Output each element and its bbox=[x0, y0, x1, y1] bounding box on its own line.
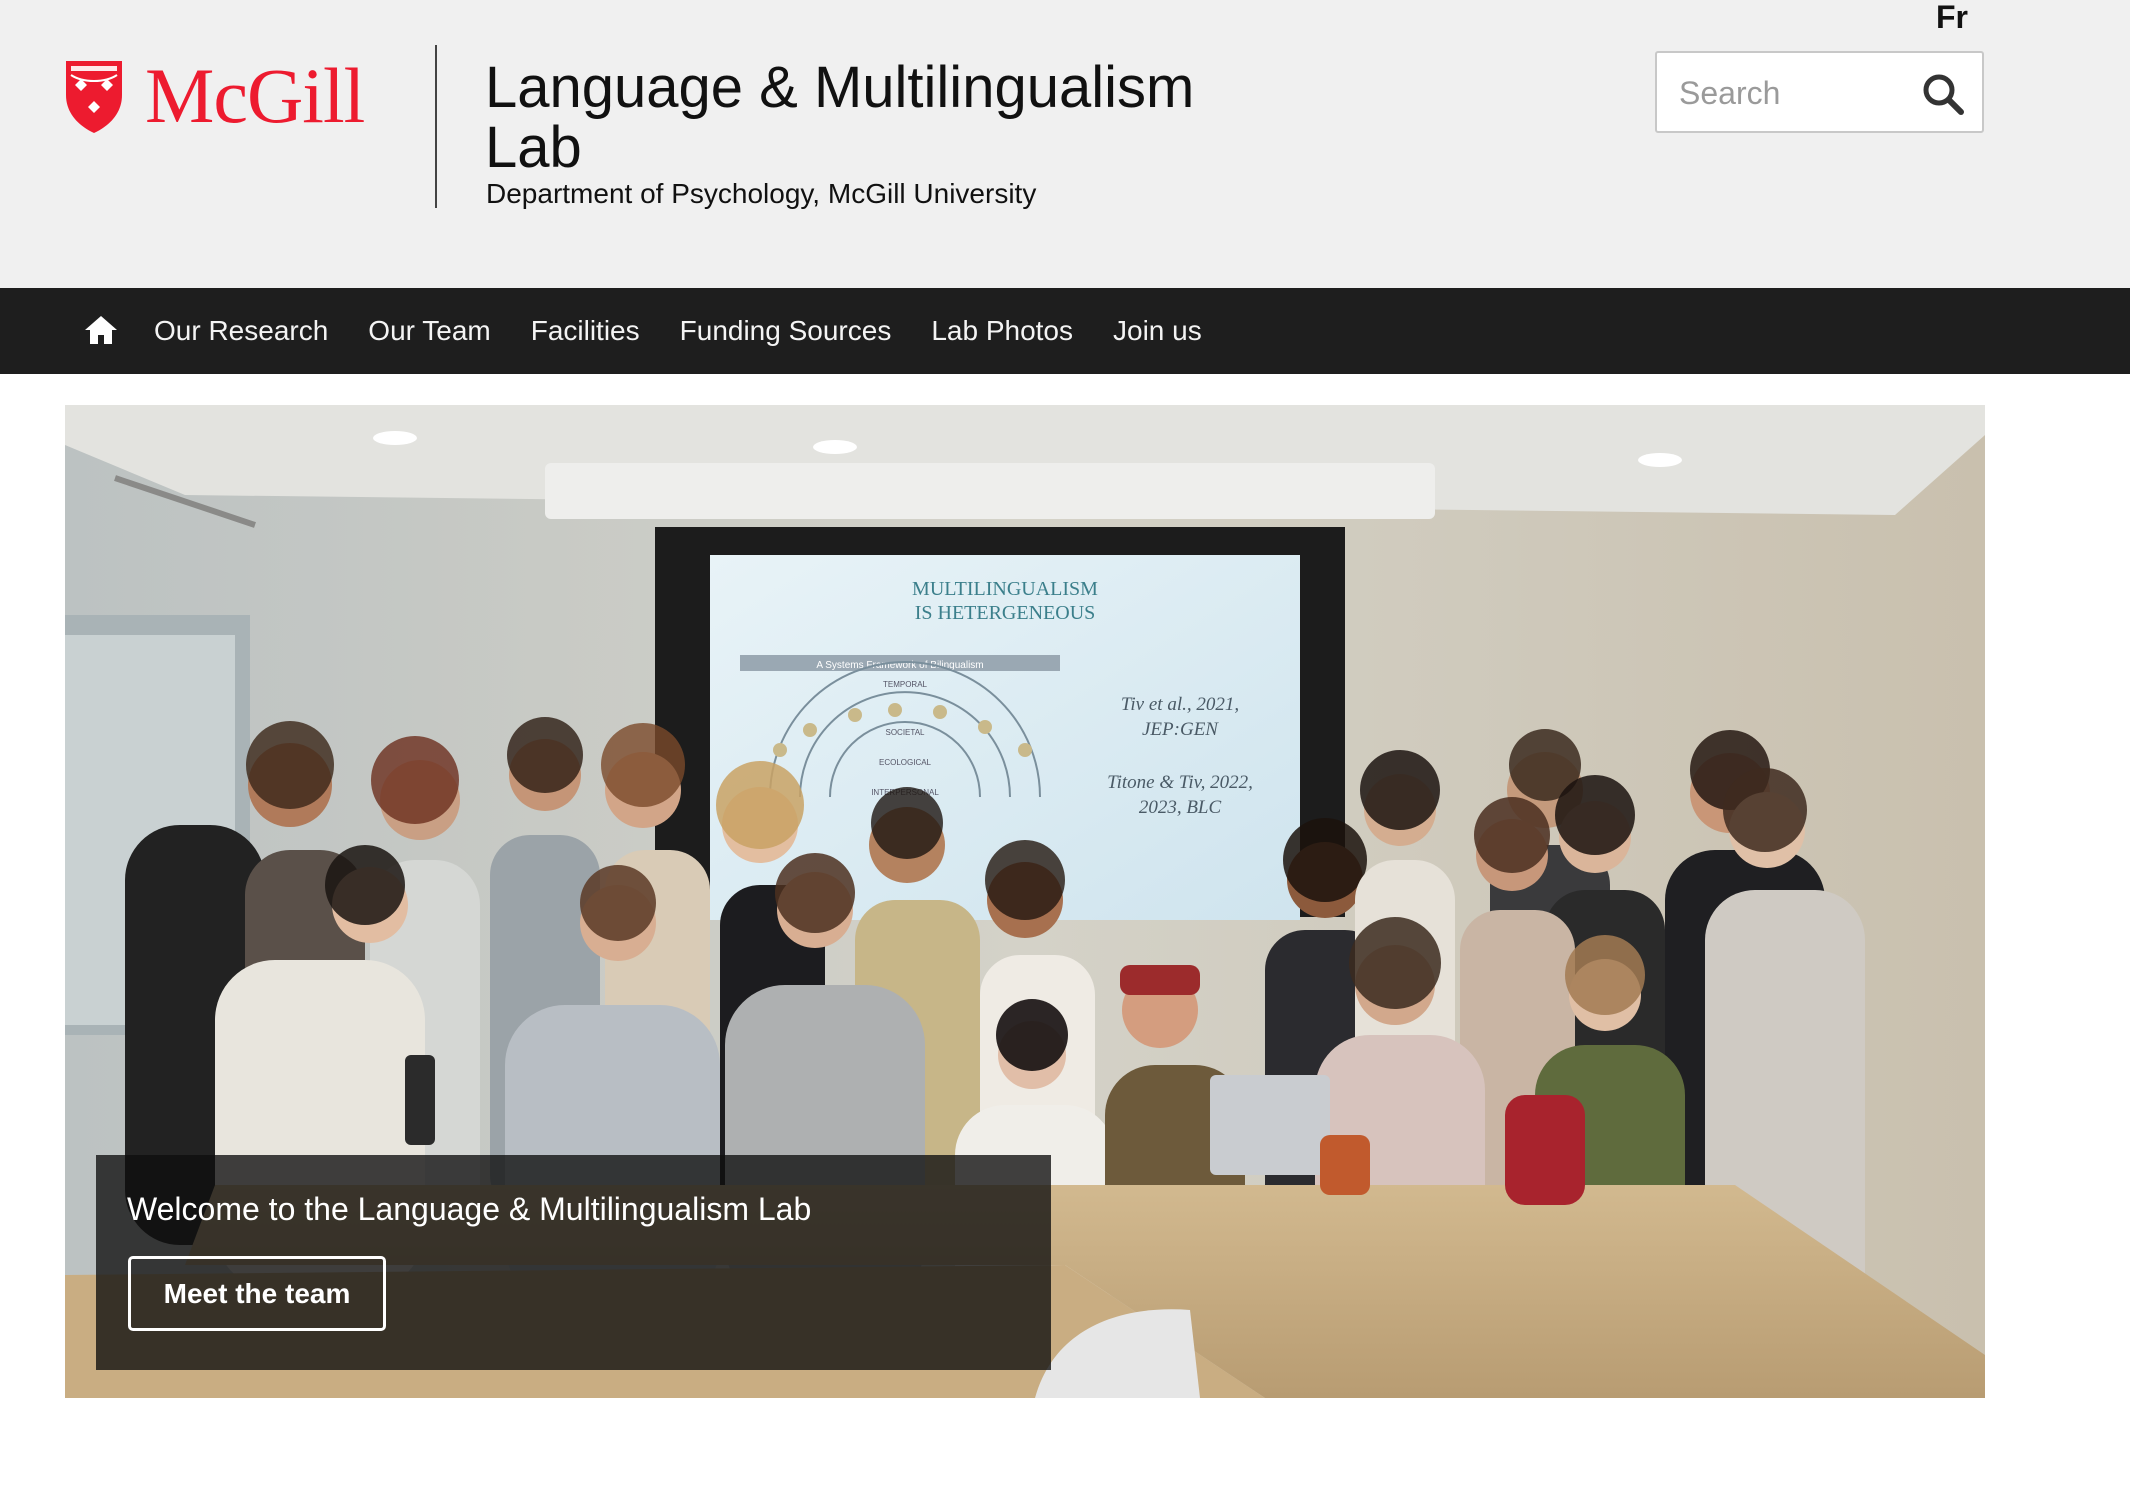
language-toggle-link[interactable]: Fr bbox=[1936, 0, 1968, 34]
nav-item-facilities[interactable]: Facilities bbox=[511, 315, 660, 347]
hero-caption-text: Welcome to the Language & Multilingualis… bbox=[127, 1191, 812, 1227]
mcgill-wordmark: McGill bbox=[145, 52, 365, 139]
nav-item-lab-photos[interactable]: Lab Photos bbox=[911, 315, 1093, 347]
hero-banner: MULTILINGUALISM IS HETERGENEOUS A System… bbox=[65, 405, 1985, 1398]
main-navigation: Our Research Our Team Facilities Funding… bbox=[0, 288, 2130, 374]
mcgill-logo[interactable]: McGill bbox=[63, 52, 365, 139]
site-subtitle: Department of Psychology, McGill Univers… bbox=[486, 178, 1037, 209]
hero-caption-panel: Welcome to the Language & Multilingualis… bbox=[96, 1155, 1051, 1370]
search-input[interactable] bbox=[1677, 67, 1921, 119]
slide-citation-2-line2: 2023, BLC bbox=[1139, 797, 1222, 818]
slide-title-line1: MULTILINGUALISM bbox=[912, 578, 1098, 600]
site-title[interactable]: Language & Multilingualism Lab bbox=[485, 58, 1245, 178]
slide-level-1: TEMPORAL bbox=[883, 680, 928, 689]
home-icon[interactable] bbox=[84, 314, 118, 346]
search-icon[interactable] bbox=[1920, 71, 1966, 117]
meet-the-team-button[interactable]: Meet the team bbox=[128, 1256, 386, 1331]
nav-item-our-research[interactable]: Our Research bbox=[134, 315, 348, 347]
nav-item-join-us[interactable]: Join us bbox=[1093, 315, 1222, 347]
site-header: Fr McGill Language & Multilingualism Lab… bbox=[0, 0, 2130, 288]
slide-title-line2: IS HETERGENEOUS bbox=[915, 602, 1096, 624]
slide-citation-2-line1: Titone & Tiv, 2022, bbox=[1107, 772, 1253, 793]
slide-level-2: SOCIETAL bbox=[886, 728, 926, 737]
nav-item-our-team[interactable]: Our Team bbox=[348, 315, 510, 347]
slide-level-3: ECOLOGICAL bbox=[879, 758, 932, 767]
header-divider bbox=[435, 45, 437, 208]
nav-item-funding-sources[interactable]: Funding Sources bbox=[660, 315, 912, 347]
mcgill-shield-icon bbox=[66, 61, 122, 133]
slide-citation-1-line2: JEP:GEN bbox=[1142, 719, 1219, 740]
nav-menu: Our Research Our Team Facilities Funding… bbox=[134, 288, 1222, 374]
slide-citation-1-line1: Tiv et al., 2021, bbox=[1121, 694, 1239, 715]
search-box bbox=[1655, 51, 1984, 133]
